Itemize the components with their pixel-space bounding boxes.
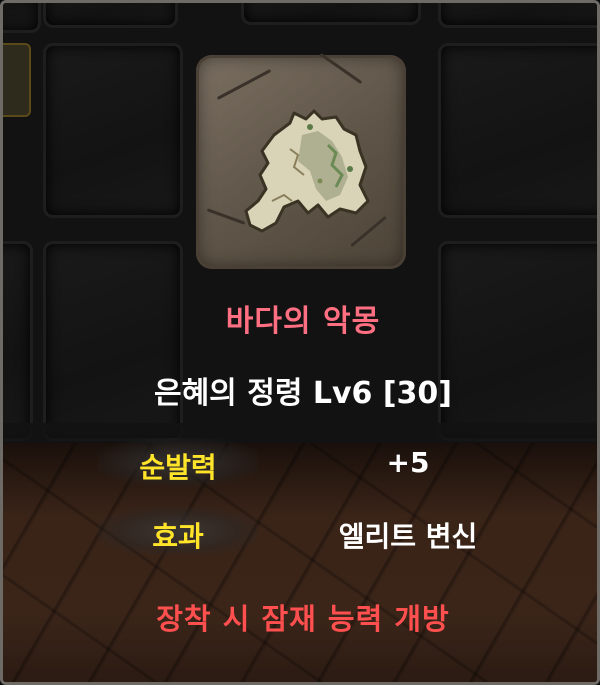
inventory-slot[interactable] (241, 3, 421, 25)
equip-effect-note: 장착 시 잠재 능력 개방 (156, 602, 450, 636)
stat-label: 효과 (152, 520, 204, 553)
stat-value: +5 (386, 446, 430, 479)
inventory-slot[interactable] (43, 43, 183, 218)
item-icon-frame (196, 52, 406, 269)
stat-value: 엘리트 변신 (338, 520, 478, 553)
stat-row-effect: 효과 엘리트 변신 (3, 507, 597, 555)
item-subtitle: 은혜의 정령 Lv6 [30] (153, 376, 453, 411)
inventory-slot[interactable] (438, 43, 597, 218)
item-name: 바다의 악몽 (225, 304, 381, 339)
inventory-slot[interactable] (438, 3, 597, 28)
inventory-slot[interactable] (43, 3, 178, 28)
inventory-slot[interactable] (3, 3, 41, 33)
side-tab-handle[interactable] (3, 43, 31, 117)
frame-crack (319, 52, 363, 85)
stat-label: 순발력 (139, 451, 217, 484)
stat-row-agility: 순발력 +5 (3, 438, 597, 486)
item-tooltip: 바다의 악몽 은혜의 정령 Lv6 [30] 순발력 +5 효과 엘리트 변신 … (0, 0, 600, 685)
map-fragment-icon (244, 109, 370, 233)
frame-crack (216, 69, 272, 100)
